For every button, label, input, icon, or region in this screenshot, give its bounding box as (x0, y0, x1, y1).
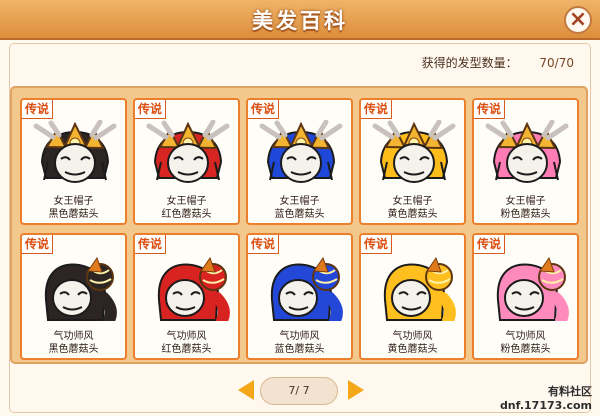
hairstyle-name: 气功师风 蓝色蘑菇头 (248, 330, 351, 356)
previous-page-button[interactable] (238, 380, 254, 400)
hairstyle-name: 气功师风 粉色蘑菇头 (474, 330, 577, 356)
hairstyle-name-line-2: 蓝色蘑菇头 (274, 209, 325, 220)
hairstyle-count: 获得的发型数量： 70/70 (422, 54, 574, 76)
hairstyle-card[interactable]: 传说 气功师风蓝色蘑菇头 (246, 233, 353, 360)
watermark-line-1: 有料社区 (548, 385, 592, 398)
qigong-hairstyle-icon (157, 256, 230, 321)
legendary-badge: 传说 (248, 100, 279, 119)
legendary-badge: 传说 (361, 235, 392, 254)
hairstyle-card[interactable]: 传说 气功师风粉色蘑菇头 (472, 233, 579, 360)
hairstyle-name-line-1: 气功师风 (53, 331, 94, 342)
hairstyle-name-line-2: 黑色蘑菇头 (48, 344, 99, 355)
legendary-badge: 传说 (474, 235, 505, 254)
next-page-button[interactable] (348, 380, 364, 400)
hairstyle-name-line-1: 女王帽子 (505, 196, 546, 207)
window-title: 美发百科 (252, 9, 348, 33)
hairstyle-name-line-2: 粉色蘑菇头 (500, 344, 551, 355)
qigong-hairstyle-icon (383, 256, 456, 321)
queen-hat-hairstyle-icon (259, 120, 343, 183)
hairstyle-name-line-2: 粉色蘑菇头 (500, 209, 551, 220)
hairstyle-name-line-2: 红色蘑菇头 (161, 209, 212, 220)
close-button[interactable]: × (564, 6, 592, 34)
hairstyle-name: 女王帽子 黑色蘑菇头 (22, 195, 125, 221)
hairstyle-count-label: 获得的发型数量： (421, 56, 518, 70)
hairstyle-card[interactable]: 传说 气功师风黑色蘑菇头 (20, 233, 127, 360)
legendary-badge: 传说 (135, 235, 166, 254)
hairstyle-name: 气功师风 黄色蘑菇头 (361, 330, 464, 356)
hairstyle-grid: 传说 女王帽子黑色蘑菇头传说 女王帽子红色蘑菇头传说 女王帽子蓝色蘑菇 (10, 86, 588, 364)
pagination: 7/ 7 (238, 377, 364, 405)
hairstyle-name: 气功师风 黑色蘑菇头 (22, 330, 125, 356)
legendary-badge: 传说 (248, 235, 279, 254)
hairstyle-card[interactable]: 传说 气功师风黄色蘑菇头 (359, 233, 466, 360)
hairstyle-name: 女王帽子 粉色蘑菇头 (474, 195, 577, 221)
page-indicator: 7/ 7 (260, 377, 338, 405)
queen-hat-hairstyle-icon (33, 120, 117, 183)
hairstyle-name-line-1: 气功师风 (279, 331, 320, 342)
queen-hat-hairstyle-icon (372, 120, 456, 183)
legendary-badge: 传说 (22, 100, 53, 119)
hairstyle-name: 气功师风 红色蘑菇头 (135, 330, 238, 356)
hairstyle-card[interactable]: 传说 女王帽子粉色蘑菇头 (472, 98, 579, 225)
hairstyle-name-line-1: 气功师风 (166, 331, 207, 342)
legendary-badge: 传说 (361, 100, 392, 119)
hairstyle-name-line-2: 黄色蘑菇头 (387, 344, 438, 355)
window-header: 美发百科 × (0, 0, 600, 40)
hairstyle-name-line-1: 气功师风 (392, 331, 433, 342)
queen-hat-hairstyle-icon (146, 120, 230, 183)
hairstyle-card[interactable]: 传说 女王帽子蓝色蘑菇头 (246, 98, 353, 225)
hairstyle-name: 女王帽子 蓝色蘑菇头 (248, 195, 351, 221)
watermark-line-2: dnf.17173.com (499, 399, 592, 412)
hairstyle-card[interactable]: 传说 女王帽子黄色蘑菇头 (359, 98, 466, 225)
close-icon: × (568, 7, 588, 32)
hairstyle-name: 女王帽子 黄色蘑菇头 (361, 195, 464, 221)
watermark: 有料社区 dnf.17173.com (500, 385, 592, 413)
hairstyle-card[interactable]: 传说 女王帽子黑色蘑菇头 (20, 98, 127, 225)
hairstyle-card[interactable]: 传说 气功师风红色蘑菇头 (133, 233, 240, 360)
hairstyle-name-line-1: 气功师风 (505, 331, 546, 342)
hairstyle-name-line-1: 女王帽子 (392, 196, 433, 207)
hairstyle-name-line-1: 女王帽子 (53, 196, 94, 207)
qigong-hairstyle-icon (270, 256, 343, 321)
qigong-hairstyle-icon (44, 256, 117, 321)
legendary-badge: 传说 (474, 100, 505, 119)
hairstyle-name-line-2: 黑色蘑菇头 (48, 209, 99, 220)
hairstyle-name-line-1: 女王帽子 (166, 196, 207, 207)
queen-hat-hairstyle-icon (485, 120, 569, 183)
hairstyle-name: 女王帽子 红色蘑菇头 (135, 195, 238, 221)
legendary-badge: 传说 (135, 100, 166, 119)
hairstyle-name-line-2: 红色蘑菇头 (161, 344, 212, 355)
hairstyle-name-line-2: 蓝色蘑菇头 (274, 344, 325, 355)
qigong-hairstyle-icon (496, 256, 569, 321)
legendary-badge: 传说 (22, 235, 53, 254)
hairstyle-name-line-2: 黄色蘑菇头 (387, 209, 438, 220)
hairstyle-name-line-1: 女王帽子 (279, 196, 320, 207)
hairstyle-count-value: 70/70 (539, 55, 574, 70)
hairstyle-card[interactable]: 传说 女王帽子红色蘑菇头 (133, 98, 240, 225)
